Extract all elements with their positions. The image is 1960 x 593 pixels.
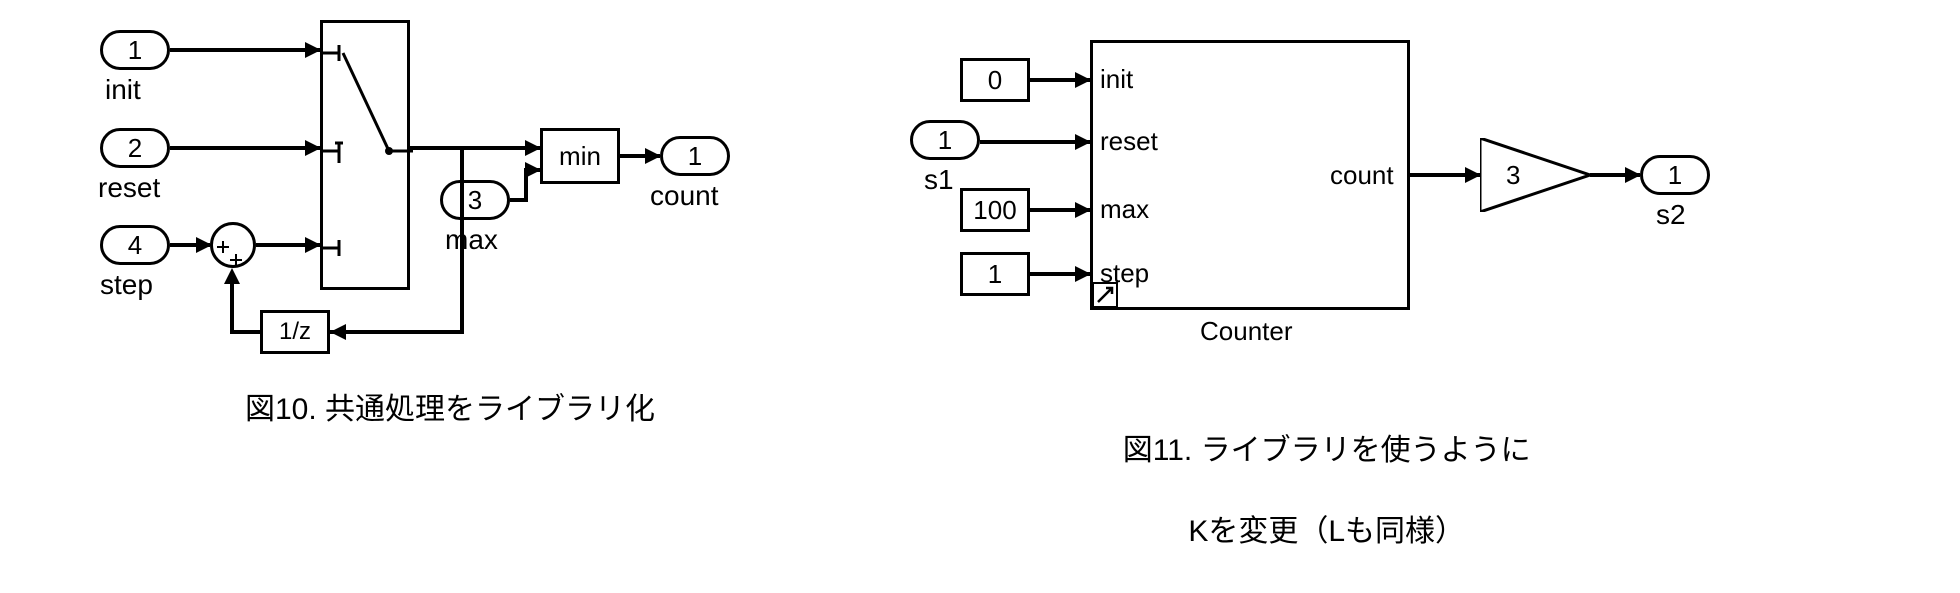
wire: [330, 330, 464, 334]
min-block: min: [540, 128, 620, 184]
switch-glyph-icon: [323, 23, 413, 293]
arrowhead-icon: [1075, 202, 1091, 218]
wire: [980, 140, 1090, 144]
outport-count-label: count: [650, 180, 719, 212]
outport-s2-label: s2: [1656, 199, 1686, 231]
arrowhead-icon: [1075, 266, 1091, 282]
inport-init-label: init: [105, 74, 141, 106]
wire: [230, 278, 234, 334]
figure10-caption: 図10. 共通処理をライブラリ化: [210, 390, 690, 431]
wire: [170, 48, 320, 52]
arrowhead-icon: [525, 162, 541, 178]
inport-step-label: step: [100, 269, 153, 301]
arrowhead-icon: [224, 268, 240, 284]
gain-value: 3: [1506, 160, 1520, 191]
inport-init: 1: [100, 30, 170, 70]
arrowhead-icon: [1075, 72, 1091, 88]
wire: [460, 146, 464, 332]
arrowhead-icon: [1075, 134, 1091, 150]
arrowhead-icon: [305, 237, 321, 253]
outport-s2-num: 1: [1668, 160, 1682, 191]
counter-in-init: init: [1100, 64, 1133, 95]
arrowhead-icon: [305, 140, 321, 156]
arrowhead-icon: [196, 237, 212, 253]
gain-block: 3: [1480, 138, 1590, 212]
inport-reset-num: 2: [128, 133, 142, 164]
const-max: 100: [960, 188, 1030, 232]
counter-in-max: max: [1100, 194, 1149, 225]
const-init: 0: [960, 58, 1030, 102]
library-link-icon: [1092, 282, 1118, 308]
const-init-value: 0: [988, 65, 1002, 96]
figure11-caption-line1: 図11. ライブラリを使うように: [1123, 434, 1531, 467]
inport-s1: 1: [910, 120, 980, 160]
wire: [410, 146, 540, 150]
const-max-value: 100: [973, 195, 1016, 226]
unit-delay-label: 1/z: [279, 318, 311, 346]
inport-reset: 2: [100, 128, 170, 168]
const-step-value: 1: [988, 259, 1002, 290]
figure11-caption: 図11. ライブラリを使うように Kを変更（Lも同様）: [1020, 390, 1600, 593]
inport-max-label: max: [445, 224, 498, 256]
arrowhead-icon: [1465, 167, 1481, 183]
inport-s1-label: s1: [924, 164, 954, 196]
arrowhead-icon: [305, 42, 321, 58]
counter-subsystem-label: Counter: [1200, 316, 1293, 347]
outport-count: 1: [660, 136, 730, 176]
counter-in-reset: reset: [1100, 126, 1158, 157]
arrowhead-icon: [330, 324, 346, 340]
diagram-root: 図10. 共通処理をライブラリ化 1 init 2 reset 4 step: [0, 0, 1960, 501]
inport-reset-label: reset: [98, 172, 160, 204]
inport-step-num: 4: [128, 230, 142, 261]
switch-block: [320, 20, 410, 290]
inport-max-num: 3: [468, 185, 482, 216]
wire: [170, 146, 320, 150]
inport-max: 3: [440, 180, 510, 220]
sum-block: [210, 222, 256, 268]
counter-out-count: count: [1330, 160, 1394, 191]
outport-s2: 1: [1640, 155, 1710, 195]
inport-s1-num: 1: [938, 125, 952, 156]
arrowhead-icon: [1625, 167, 1641, 183]
unit-delay-block: 1/z: [260, 310, 330, 354]
arrowhead-icon: [525, 140, 541, 156]
min-label: min: [559, 141, 601, 172]
inport-step: 4: [100, 225, 170, 265]
const-step: 1: [960, 252, 1030, 296]
wire: [230, 330, 260, 334]
outport-count-num: 1: [688, 141, 702, 172]
arrowhead-icon: [645, 148, 661, 164]
figure11-caption-line2: Kを変更（Lも同様）: [1188, 515, 1465, 548]
inport-init-num: 1: [128, 35, 142, 66]
